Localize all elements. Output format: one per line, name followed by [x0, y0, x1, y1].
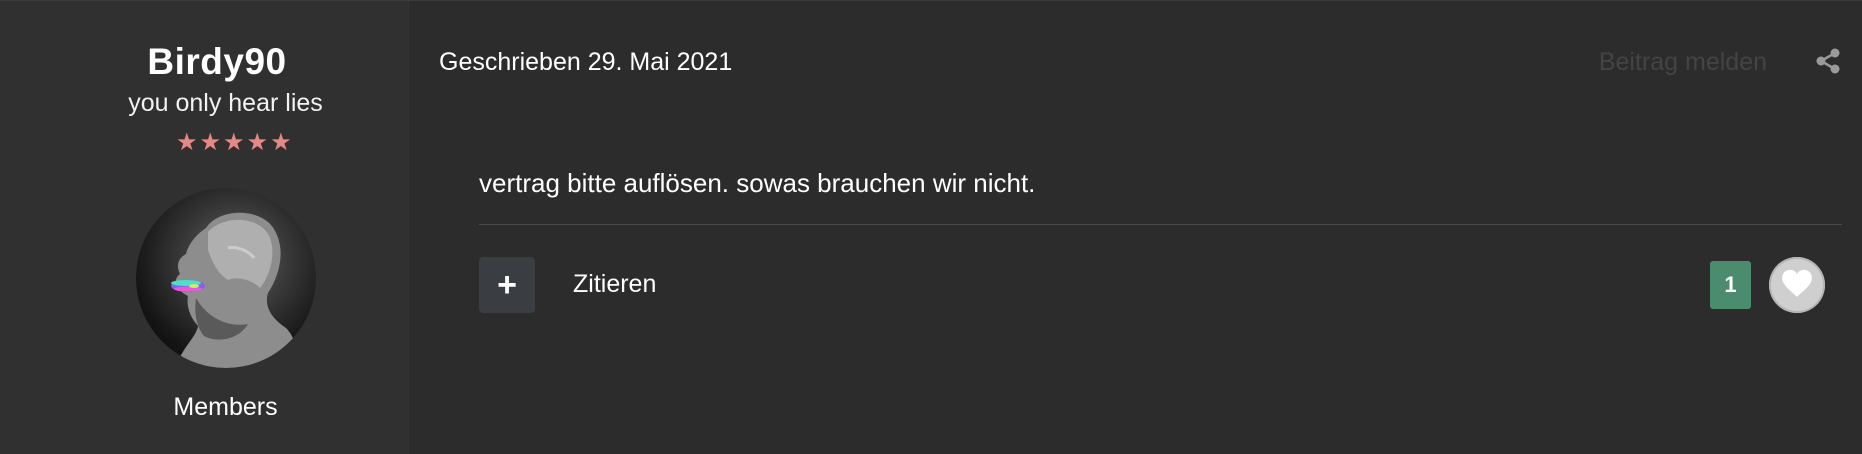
star-icon: ★: [223, 129, 245, 156]
star-icon: ★: [199, 129, 222, 156]
quote-button[interactable]: Zitieren: [573, 270, 656, 299]
star-icon: ★: [270, 129, 292, 156]
post-content: Geschrieben 29. Mai 2021 Beitrag melden …: [409, 1, 1862, 454]
star-icon: ★: [176, 129, 198, 156]
forum-post: Birdy90 you only hear lies ★ ★ ★ ★ ★ Mem…: [0, 0, 1862, 454]
star-icon: ★: [246, 129, 269, 156]
rank-stars: ★ ★ ★ ★ ★: [176, 129, 292, 157]
divider: [479, 224, 1842, 225]
share-icon[interactable]: [1814, 47, 1842, 75]
author-panel: Birdy90 you only hear lies ★ ★ ★ ★ ★ Mem…: [0, 1, 409, 454]
reaction-count-badge[interactable]: 1: [1710, 261, 1751, 309]
post-date[interactable]: Geschrieben 29. Mai 2021: [439, 48, 732, 77]
report-post-link[interactable]: Beitrag melden: [1599, 48, 1767, 77]
author-group: Members: [173, 393, 278, 421]
avatar[interactable]: [136, 188, 316, 368]
avatar-bust-image: [171, 212, 298, 368]
author-name[interactable]: Birdy90: [0, 41, 434, 83]
multiquote-add-button[interactable]: +: [479, 257, 535, 313]
like-button[interactable]: [1769, 257, 1825, 313]
post-body: vertrag bitte auflösen. sowas brauchen w…: [479, 168, 1036, 198]
author-title: you only hear lies: [128, 89, 323, 117]
heart-icon: [1780, 268, 1814, 303]
